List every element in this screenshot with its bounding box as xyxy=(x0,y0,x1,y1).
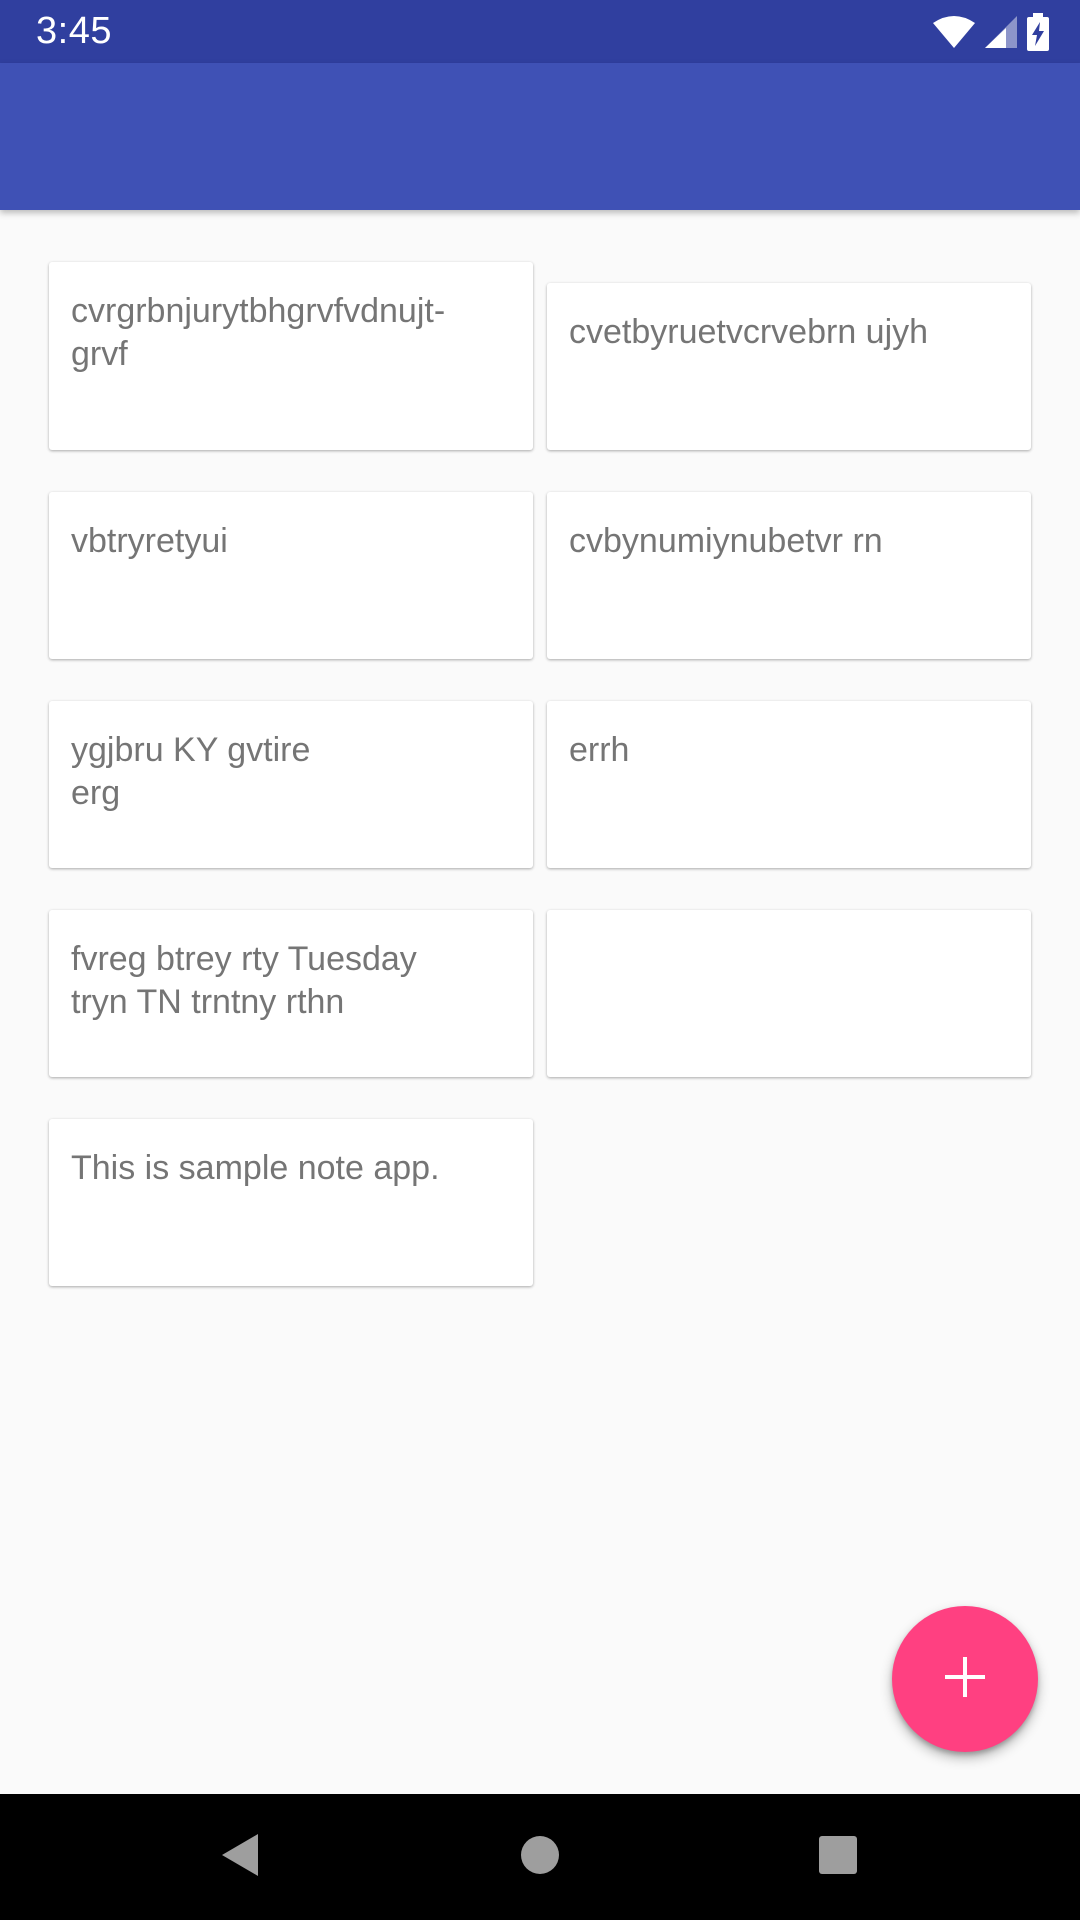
note-card[interactable]: cvrgrbnjurytbhgrvfvdnujt- grvf xyxy=(49,262,533,450)
home-icon xyxy=(520,1835,560,1880)
add-note-button[interactable] xyxy=(892,1606,1038,1752)
note-card[interactable]: vbtryretyui xyxy=(49,492,533,659)
status-time: 3:45 xyxy=(36,10,112,52)
plus-icon xyxy=(945,1656,985,1702)
back-button[interactable] xyxy=(170,1794,310,1920)
note-card[interactable]: errh xyxy=(547,701,1031,868)
back-icon xyxy=(220,1832,260,1883)
note-text: cvrgrbnjurytbhgrvfvdnujt- grvf xyxy=(71,292,446,373)
app-bar xyxy=(0,63,1080,210)
status-bar: 3:45 xyxy=(0,0,1080,63)
note-card[interactable] xyxy=(547,910,1031,1077)
note-text: errh xyxy=(569,731,630,769)
note-text: This is sample note app. xyxy=(71,1149,440,1187)
home-button[interactable] xyxy=(470,1794,610,1920)
recents-icon xyxy=(818,1835,858,1880)
note-card[interactable]: ygjbru KY gvtire erg xyxy=(49,701,533,868)
note-text: vbtryretyui xyxy=(71,522,228,560)
note-text: cvbynumiynubetvr rn xyxy=(569,522,883,560)
recents-button[interactable] xyxy=(768,1794,908,1920)
note-text: cvetbyruetvcrvebrn ujyh xyxy=(569,313,929,351)
navigation-bar xyxy=(0,1794,1080,1920)
note-card[interactable]: This is sample note app. xyxy=(49,1119,533,1286)
note-card[interactable]: cvetbyruetvcrvebrn ujyh xyxy=(547,283,1031,450)
signal-icon xyxy=(984,15,1018,49)
note-card[interactable]: fvreg btrey rty Tuesday tryn TN trntny r… xyxy=(49,910,533,1077)
wifi-icon xyxy=(932,15,976,49)
status-icons xyxy=(932,12,1050,51)
note-card[interactable]: cvbynumiynubetvr rn xyxy=(547,492,1031,659)
note-text: fvreg btrey rty Tuesday tryn TN trntny r… xyxy=(71,940,417,1021)
screen: 3:45 cvrgrbnjurytbhgrvfvdnujt- grvf cvet… xyxy=(0,0,1080,1920)
note-text: ygjbru KY gvtire erg xyxy=(71,731,311,812)
battery-charging-icon xyxy=(1026,12,1050,51)
